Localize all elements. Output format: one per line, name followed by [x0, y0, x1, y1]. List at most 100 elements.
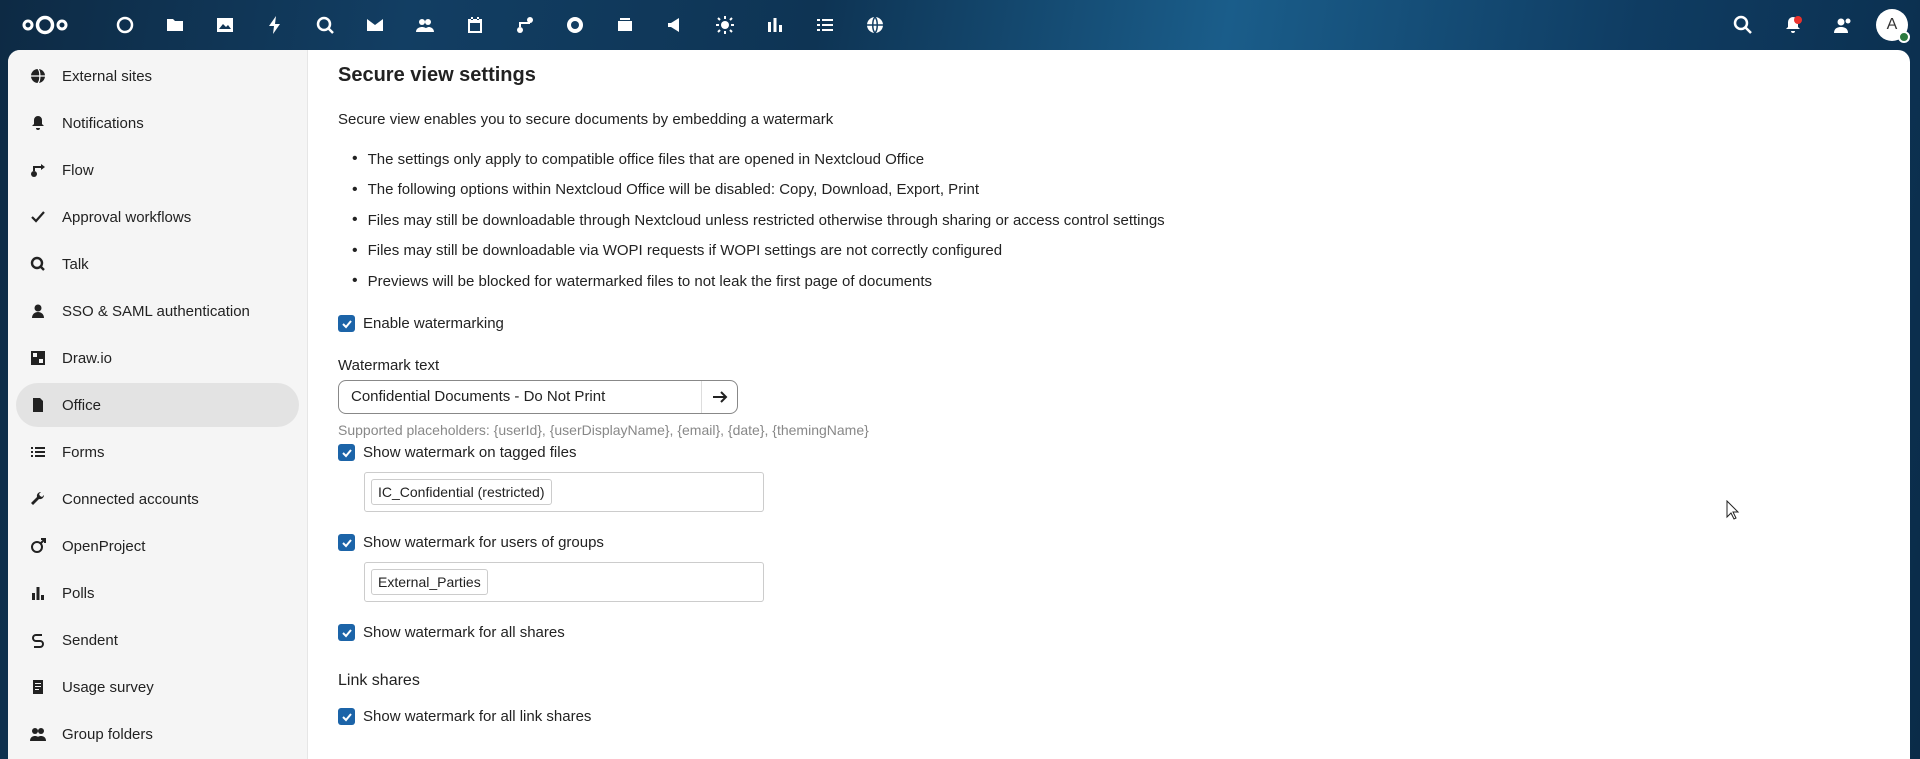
watermark-text-label: Watermark text	[338, 356, 440, 374]
sidebar-item-label: External sites	[62, 67, 153, 85]
placeholders-hint: Supported placeholders: {userId}, {userD…	[338, 421, 869, 438]
notification-badge	[1794, 16, 1802, 24]
tag-chip[interactable]: IC_Confidential (restricted)	[371, 478, 552, 505]
sidebar-item-label: Group folders	[62, 725, 153, 743]
wrench-icon	[30, 491, 46, 507]
submit-arrow-icon[interactable]	[701, 380, 737, 413]
flow-icon	[30, 162, 46, 178]
sidebar-item-label: SSO & SAML authentication	[62, 302, 250, 320]
tasks-icon[interactable]	[800, 0, 850, 50]
tagged-files-select[interactable]: IC_Confidential (restricted)	[364, 471, 764, 512]
tagged-files-checkbox[interactable]: Show watermark on tagged files	[338, 440, 1880, 466]
sidebar-item-usage-survey[interactable]: Usage survey	[16, 665, 299, 709]
sidebar-item-group-folders[interactable]: Group folders	[16, 712, 299, 756]
sidebar-item-label: Notifications	[62, 114, 144, 132]
nextcloud-logo-icon[interactable]	[10, 0, 80, 50]
calendar-icon[interactable]	[450, 0, 500, 50]
checkbox-label: Show watermark for all shares	[363, 624, 565, 641]
sidebar-item-label: Draw.io	[62, 349, 113, 367]
settings-sidebar: External sites Notifications Flow Approv…	[8, 50, 308, 759]
search-icon[interactable]	[1718, 0, 1768, 50]
top-header: A	[0, 0, 1920, 50]
sidebar-item-flow[interactable]: Flow	[16, 148, 299, 192]
contacts-menu-icon[interactable]	[1818, 0, 1868, 50]
sidebar-item-label: Forms	[62, 443, 105, 461]
sidebar-item-external-sites[interactable]: External sites	[16, 54, 299, 98]
sidebar-item-label: Sendent	[62, 631, 118, 649]
globe-icon[interactable]	[850, 0, 900, 50]
bell-icon	[30, 115, 46, 131]
checkbox-label: Show watermark on tagged files	[363, 444, 577, 461]
announcement-icon[interactable]	[650, 0, 700, 50]
office-icon	[30, 397, 46, 413]
contacts-icon[interactable]	[400, 0, 450, 50]
all-shares-checkbox[interactable]: Show watermark for all shares	[338, 620, 1880, 646]
sun-icon[interactable]	[700, 0, 750, 50]
status-indicator	[1898, 31, 1910, 43]
flow-icon[interactable]	[500, 0, 550, 50]
openproject-icon	[30, 538, 46, 554]
checkbox-checked-icon	[338, 624, 355, 641]
sidebar-item-label: OpenProject	[62, 537, 146, 555]
notifications-icon[interactable]	[1768, 0, 1818, 50]
watermark-text-field	[338, 379, 738, 414]
sidebar-item-polls[interactable]: Polls	[16, 571, 299, 615]
list-item: Previews will be blocked for watermarked…	[338, 266, 1880, 297]
mail-icon[interactable]	[350, 0, 400, 50]
sidebar-item-label: Flow	[62, 161, 94, 179]
checkbox-checked-icon	[338, 534, 355, 551]
sidebar-item-label: Connected accounts	[62, 490, 199, 508]
checkbox-label: Show watermark for users of groups	[363, 534, 604, 551]
deck-icon[interactable]	[600, 0, 650, 50]
list-item: The settings only apply to compatible of…	[338, 144, 1880, 175]
github-icon[interactable]	[550, 0, 600, 50]
polls-icon	[30, 585, 46, 601]
sendent-icon	[30, 632, 46, 648]
sidebar-item-label: Usage survey	[62, 678, 154, 696]
group-chip[interactable]: External_Parties	[371, 568, 488, 595]
avatar[interactable]: A	[1876, 9, 1910, 43]
talk-icon[interactable]	[300, 0, 350, 50]
activity-icon[interactable]	[250, 0, 300, 50]
list-item: Files may still be downloadable through …	[338, 205, 1880, 236]
photos-icon[interactable]	[200, 0, 250, 50]
groups-checkbox[interactable]: Show watermark for users of groups	[338, 530, 1880, 556]
header-right: A	[1718, 0, 1910, 50]
sidebar-item-talk[interactable]: Talk	[16, 242, 299, 286]
link-shares-heading: Link shares	[338, 671, 420, 689]
dashboard-icon[interactable]	[100, 0, 150, 50]
sidebar-item-label: Approval workflows	[62, 208, 192, 226]
files-icon[interactable]	[150, 0, 200, 50]
sidebar-item-forms[interactable]: Forms	[16, 430, 299, 474]
talk-icon	[30, 256, 46, 272]
analytics-icon[interactable]	[750, 0, 800, 50]
globe-icon	[30, 68, 46, 84]
checkbox-checked-icon	[338, 708, 355, 725]
main-panel: External sites Notifications Flow Approv…	[8, 50, 1910, 759]
sidebar-item-notifications[interactable]: Notifications	[16, 101, 299, 145]
sidebar-item-openproject[interactable]: OpenProject	[16, 524, 299, 568]
enable-watermarking-checkbox[interactable]: Enable watermarking	[338, 311, 1880, 337]
app-menu	[100, 0, 900, 50]
group-icon	[30, 726, 46, 742]
checkbox-label: Enable watermarking	[363, 315, 504, 332]
sidebar-item-approval-workflows[interactable]: Approval workflows	[16, 195, 299, 239]
sidebar-item-label: Polls	[62, 584, 95, 602]
sidebar-item-office[interactable]: Office	[16, 383, 299, 427]
checkbox-checked-icon	[338, 315, 355, 332]
checkbox-checked-icon	[338, 444, 355, 461]
check-icon	[30, 209, 46, 225]
sidebar-item-sendent[interactable]: Sendent	[16, 618, 299, 662]
sidebar-item-drawio[interactable]: Draw.io	[16, 336, 299, 380]
link-shares-checkbox[interactable]: Show watermark for all link shares	[338, 704, 1880, 730]
secure-view-description: Secure view enables you to secure docume…	[338, 111, 834, 128]
page-title: Secure view settings	[338, 64, 536, 86]
survey-icon	[30, 679, 46, 695]
settings-content: Secure view settings Secure view enables…	[308, 50, 1910, 759]
checkbox-label: Show watermark for all link shares	[363, 708, 592, 725]
groups-select[interactable]: External_Parties	[364, 561, 764, 602]
sidebar-item-sso-saml[interactable]: SSO & SAML authentication	[16, 289, 299, 333]
watermark-text-input[interactable]	[351, 388, 691, 405]
sidebar-item-label: Talk	[62, 255, 89, 273]
sidebar-item-connected-accounts[interactable]: Connected accounts	[16, 477, 299, 521]
